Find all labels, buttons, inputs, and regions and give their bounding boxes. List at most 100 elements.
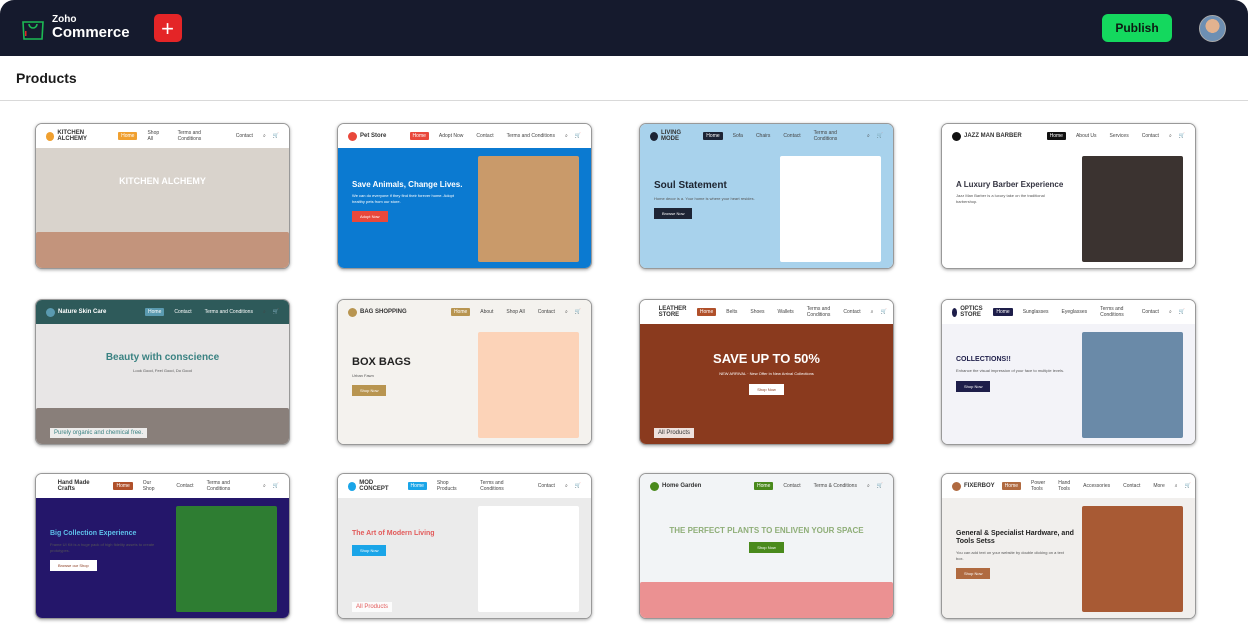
template-card[interactable]: LIVING MODE Home Sofa Chairs Contact Terms an…: [639, 123, 894, 269]
template-nav-item: Terms and Conditions: [813, 130, 838, 142]
hero-extra-text: Purely organic and chemical free.: [50, 428, 148, 438]
template-nav-item: Home: [145, 308, 165, 316]
template-nav-item: Shop All: [147, 130, 160, 142]
template-header: LEATHER STORE Home Belts Shoes Wallets Terms …: [640, 300, 893, 324]
hero-subtext: You can add text on your website by doub…: [956, 550, 1064, 561]
template-card[interactable]: Pet Store Home Adopt Now Contact Terms and C…: [337, 123, 592, 269]
template-header: LIVING MODE Home Sofa Chairs Contact Terms an…: [640, 124, 893, 148]
template-nav-item: Shop All: [506, 309, 525, 315]
template-nav-item: Home: [703, 132, 723, 140]
template-hero: Soul Statement Home decor is a. Your home…: [640, 148, 893, 268]
publish-button[interactable]: Publish: [1102, 14, 1172, 42]
hero-headline: COLLECTIONS!!: [956, 356, 1011, 363]
brand-name: MOD CONCEPT: [359, 480, 389, 492]
template-nav-item: Terms and Conditions: [206, 480, 231, 492]
template-card[interactable]: MOD CONCEPT Home Shop Products Terms and Co…: [337, 473, 592, 619]
template-card[interactable]: LEATHER STORE Home Belts Shoes Wallets Terms …: [639, 299, 894, 445]
template-card[interactable]: KITCHEN ALCHEMY Home Shop All Terms and Con…: [35, 123, 290, 269]
hero-extra-text: All Products: [352, 602, 393, 612]
brand-name: JAZZ MAN BARBER: [964, 133, 1022, 139]
cart-icon: 🛒: [574, 133, 581, 139]
template-brand: LEATHER STORE: [650, 306, 690, 318]
template-nav-item: Contact: [1141, 133, 1159, 139]
template-card[interactable]: OPTICS STORE Home Sunglasses Eyeglasses Term…: [941, 299, 1196, 445]
template-nav-item: Sunglasses: [1022, 309, 1049, 315]
template-hero: SAVE UP TO 50% NEW ARRIVAL · New Offer in…: [640, 324, 893, 444]
template-brand: MOD CONCEPT: [348, 480, 401, 492]
search-icon: ⌕: [564, 483, 568, 489]
template-nav-item: Home: [118, 132, 138, 140]
brand-name: BAG SHOPPING: [360, 309, 407, 315]
template-brand: LIVING MODE: [650, 130, 696, 142]
brand-name: LIVING MODE: [661, 130, 682, 142]
template-hero: General & Specialist Hardware, and Tools…: [942, 498, 1195, 618]
hero-headline: A Luxury Barber Experience: [956, 180, 1064, 189]
template-nav-item: Home: [696, 308, 717, 316]
template-nav-item: Contact: [537, 309, 555, 315]
hero-headline: Beauty with conscience: [105, 352, 220, 363]
brand-logo-icon: [46, 481, 55, 491]
template-card[interactable]: Home Garden Home Contact Terms & Conditions…: [639, 473, 894, 619]
template-card[interactable]: BAG SHOPPING Home About Shop All Contact ⌕ 🛒 BO…: [337, 299, 592, 445]
top-bar: Zoho Commerce +: [0, 0, 1248, 56]
hero-headline: General & Specialist Hardware, and Tools…: [956, 530, 1074, 546]
template-nav-item: Power Tools: [1031, 480, 1046, 492]
template-nav-item: Home: [993, 308, 1013, 316]
template-card[interactable]: Hand Made Crafts Home Our Shop Contact Terms…: [35, 473, 290, 619]
hero-subtext: Enhance the visual impression of your fa…: [956, 368, 1065, 374]
brand-name: Hand Made Crafts: [57, 480, 90, 492]
hero-text: Save Animals, Change Lives. We can do eve…: [352, 180, 472, 223]
hero-button: Adopt Now: [352, 211, 388, 223]
template-nav-item: Contact: [235, 133, 253, 139]
hero-image: [1081, 506, 1183, 612]
template-nav-item: More: [1153, 483, 1165, 489]
template-hero: Beauty with conscience Look Good, Feel Go…: [36, 324, 289, 444]
hero-subtext: Jazz Man Barber is a luxury take on the …: [956, 193, 1045, 204]
hero-headline: Save Animals, Change Lives.: [352, 180, 463, 189]
template-hero: The Art of Modern Living Shop Now All Prod…: [338, 498, 591, 618]
search-icon: ⌕: [1168, 309, 1172, 315]
template-header: KITCHEN ALCHEMY Home Shop All Terms and Con…: [36, 124, 289, 148]
zoho-commerce-logo[interactable]: Zoho Commerce: [20, 15, 130, 41]
template-nav-item: Contact: [476, 133, 494, 139]
search-icon: ⌕: [262, 309, 266, 315]
template-nav-item: Contact: [1123, 483, 1141, 489]
template-header: Pet Store Home Adopt Now Contact Terms and C…: [338, 124, 591, 148]
template-nav-item: Home: [754, 482, 774, 490]
brand-name: KITCHEN ALCHEMY: [57, 130, 88, 142]
template-header: Home Garden Home Contact Terms & Conditions…: [640, 474, 893, 498]
hero-image: [36, 232, 289, 268]
template-header: MOD CONCEPT Home Shop Products Terms and Co…: [338, 474, 591, 498]
template-card[interactable]: JAZZ MAN BARBER Home About Us Services Conta…: [941, 123, 1196, 269]
template-nav-item: Home: [407, 482, 427, 490]
hero-headline: BOX BAGS: [352, 356, 411, 368]
hero-text: BOX BAGS Urban Fawn Shop Now: [352, 356, 472, 397]
add-button[interactable]: +: [153, 14, 182, 42]
template-brand: Home Garden: [650, 481, 701, 491]
template-card[interactable]: Nature Skin Care Home Contact Terms and Con…: [35, 299, 290, 445]
template-brand: JAZZ MAN BARBER: [952, 131, 1022, 141]
hero-subtext: Home decor is a. Your home is where your…: [654, 195, 755, 201]
brand-logo-icon: [952, 131, 961, 141]
cart-icon: 🛒: [880, 309, 887, 315]
template-brand: Nature Skin Care: [46, 307, 106, 317]
template-card[interactable]: FIXERBOY Home Power Tools Hand Tools Accesso…: [941, 473, 1196, 619]
avatar[interactable]: [1199, 15, 1226, 42]
template-nav-item: Contact: [783, 483, 801, 489]
template-header: Nature Skin Care Home Contact Terms and Con…: [36, 300, 289, 324]
hero-button: Shop Now: [352, 385, 387, 397]
hero-subtext: Frame UI Kit is a huge pack of high fide…: [50, 542, 155, 553]
template-hero: BOX BAGS Urban Fawn Shop Now: [338, 324, 591, 444]
brand-logo-icon: [46, 307, 55, 317]
hero-subtext: We can do everyone if they find their fo…: [352, 193, 454, 204]
template-hero: Save Animals, Change Lives. We can do eve…: [338, 148, 591, 268]
search-icon: ⌕: [870, 309, 874, 315]
template-brand: Hand Made Crafts: [46, 480, 106, 492]
template-header: FIXERBOY Home Power Tools Hand Tools Accesso…: [942, 474, 1195, 498]
hero-headline: Big Collection Experience: [50, 530, 137, 537]
search-icon: ⌕: [564, 133, 568, 139]
hero-text: A Luxury Barber Experience Jazz Man Barbe…: [956, 180, 1076, 204]
hero-text: COLLECTIONS!! Enhance the visual impressi…: [956, 356, 1076, 393]
template-nav-item: Home: [113, 482, 133, 490]
hero-image: [36, 408, 289, 444]
